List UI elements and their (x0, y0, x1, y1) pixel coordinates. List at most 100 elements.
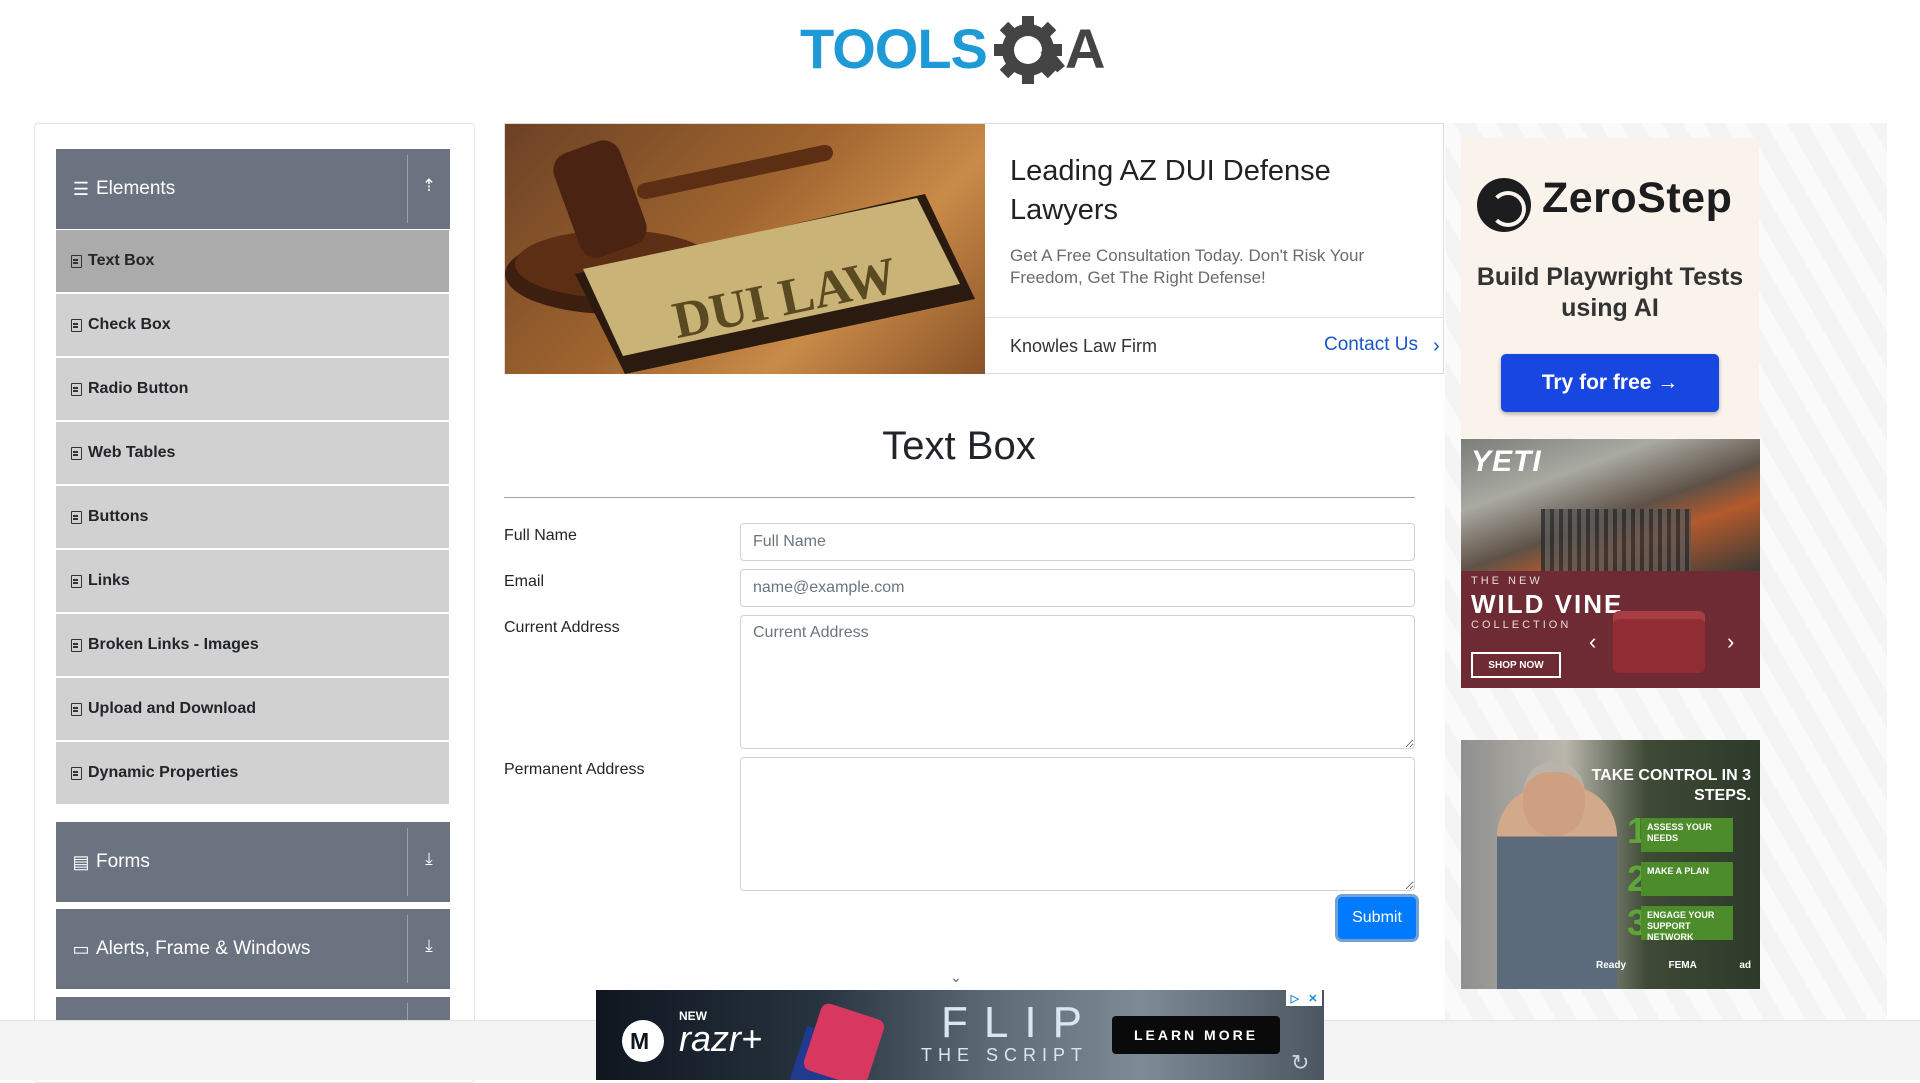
document-icon (70, 638, 82, 652)
email-label: Email (504, 573, 545, 590)
group-label-forms: Forms (96, 851, 150, 872)
fema-step-3: ENGAGE YOUR SUPPORT NETWORK (1641, 906, 1733, 942)
document-icon (70, 382, 82, 396)
sidebar-item-label: Upload and Download (88, 700, 256, 717)
collapse-up-icon[interactable]: ⇡ (416, 176, 442, 202)
fema-logo: FEMA (1668, 960, 1697, 971)
page-title: Text Box (882, 424, 1036, 468)
sidebar-item-label: Broken Links - Images (88, 636, 259, 653)
document-icon (70, 318, 82, 332)
sidebar-item-label: Web Tables (88, 444, 176, 461)
hamburger-icon: ☰ (72, 178, 90, 199)
gear-icon (994, 16, 1065, 84)
fema-step-1: ASSESS YOUR NEEDS (1641, 818, 1733, 852)
ad-council-logo: ad (1739, 960, 1751, 971)
sidebar-item-label: Links (88, 572, 130, 589)
ad-subtitle: Get A Free Consultation Today. Don't Ris… (1010, 246, 1365, 287)
group-divider (407, 915, 408, 983)
ready-logo: Ready (1596, 960, 1627, 971)
learn-more-button[interactable]: LEARN MORE (1112, 1016, 1280, 1054)
sidebar-item-buttons[interactable]: Buttons (56, 486, 449, 548)
toolsqa-logo[interactable]: TOOLS A (800, 14, 1125, 94)
ad-photo: DUI LAW (505, 124, 985, 374)
group-header-elements[interactable]: ☰ Elements ⇡ (56, 149, 450, 229)
motorola-logo-icon (622, 1020, 664, 1062)
sidebar-item-label: Radio Button (88, 380, 189, 397)
ad-divider (985, 317, 1443, 318)
phone-image (801, 1001, 887, 1080)
logo-tools-text: TOOLS (800, 17, 987, 80)
group-divider (407, 828, 408, 896)
sidebar-item-text-box[interactable]: Text Box (56, 230, 449, 292)
ad-firm-name: Knowles Law Firm (1010, 336, 1158, 356)
group-label-elements: Elements (96, 178, 176, 199)
document-icon: ▤ (72, 851, 90, 872)
group-header-forms[interactable]: ▤ Forms ⤓ (56, 822, 450, 902)
fema-ad[interactable]: TAKE CONTROL IN 3 STEPS. 1 ASSESS YOUR N… (1461, 740, 1760, 989)
try-for-free-button[interactable]: Try for free → (1501, 354, 1719, 412)
sidebar-item-links[interactable]: Links (56, 550, 449, 612)
person-head-image (1523, 762, 1585, 836)
expand-down-icon[interactable]: ⤓ (416, 849, 442, 875)
sidebar-item-radio-button[interactable]: Radio Button (56, 358, 449, 420)
dui-law-ad[interactable]: DUI LAW Leading AZ DUI Defense Lawyers G… (504, 123, 1444, 374)
chevron-right-icon[interactable]: › (1727, 629, 1734, 655)
yeti-ad[interactable]: YETI THE NEW WILD VINE COLLECTION SHOP N… (1461, 439, 1760, 688)
group-divider (407, 155, 408, 223)
razr-product: razr+ (679, 1018, 763, 1059)
logo-a-text: A (1065, 17, 1105, 80)
sidebar-item-label: Text Box (88, 252, 155, 269)
submit-button[interactable]: Submit (1338, 897, 1416, 939)
document-icon (70, 510, 82, 524)
adchoices-icon[interactable]: ▷ ✕ (1286, 990, 1322, 1006)
shop-now-button[interactable]: SHOP NOW (1471, 652, 1561, 678)
full-name-label: Full Name (504, 527, 577, 544)
document-icon (70, 446, 82, 460)
chevron-down-icon[interactable]: ⌄ (950, 969, 962, 986)
chevron-right-icon[interactable]: › (1433, 335, 1440, 358)
full-name-input[interactable] (740, 523, 1415, 561)
zerostep-brand: ZeroStep (1542, 174, 1733, 222)
ad-title[interactable]: Leading AZ DUI Defense Lawyers (1010, 152, 1390, 230)
sidebar-item-check-box[interactable]: Check Box (56, 294, 449, 356)
yeti-collection-label: COLLECTION (1471, 619, 1572, 631)
yeti-brand: YETI (1471, 445, 1542, 478)
razr-subline: THE SCRIPT (921, 1045, 1089, 1065)
fema-step-2: MAKE A PLAN (1641, 862, 1733, 896)
zerostep-logo-icon (1477, 178, 1531, 232)
sidebar-item-dynamic-properties[interactable]: Dynamic Properties (56, 742, 449, 804)
yeti-title: WILD VINE (1471, 589, 1624, 619)
fema-title: TAKE CONTROL IN 3 STEPS. (1591, 767, 1751, 804)
sidebar-item-label: Dynamic Properties (88, 764, 239, 781)
ad-contact-link[interactable]: Contact Us (1324, 334, 1418, 356)
permanent-address-textarea[interactable] (740, 757, 1415, 891)
cooler-image (1613, 611, 1705, 673)
email-input[interactable] (740, 569, 1415, 607)
window-icon: ▭ (72, 938, 90, 959)
sidebar-item-label: Buttons (88, 508, 149, 525)
title-divider (504, 497, 1415, 498)
document-icon (70, 574, 82, 588)
document-icon (70, 702, 82, 716)
zerostep-tagline: Build Playwright Tests using AI (1476, 263, 1744, 322)
razr-headline: FLIP (941, 998, 1098, 1047)
expand-down-icon[interactable]: ⤓ (416, 936, 442, 962)
yeti-new-label: THE NEW (1471, 575, 1543, 587)
sidebar-item-broken-links[interactable]: Broken Links - Images (56, 614, 449, 676)
current-address-textarea[interactable] (740, 615, 1415, 749)
sidebar-item-label: Check Box (88, 316, 171, 333)
sidebar-item-web-tables[interactable]: Web Tables (56, 422, 449, 484)
group-header-alerts[interactable]: ▭ Alerts, Frame & Windows ⤓ (56, 909, 450, 989)
razr-ad[interactable]: NEW razr+ FLIP THE SCRIPT LEARN MORE ▷✕ … (596, 990, 1324, 1080)
zerostep-ad[interactable]: ZeroStep Build Playwright Tests using AI… (1461, 138, 1759, 438)
document-icon (70, 254, 82, 268)
document-icon (70, 766, 82, 780)
chevron-left-icon[interactable]: ‹ (1589, 629, 1596, 655)
fema-footer: Ready FEMA ad (1596, 960, 1751, 971)
grill-image (1541, 509, 1691, 571)
permanent-address-label: Permanent Address (504, 761, 645, 778)
current-address-label: Current Address (504, 619, 620, 636)
sidebar-item-upload-download[interactable]: Upload and Download (56, 678, 449, 740)
refresh-icon[interactable]: ↻ (1291, 1050, 1309, 1076)
group-label-alerts: Alerts, Frame & Windows (96, 938, 311, 959)
